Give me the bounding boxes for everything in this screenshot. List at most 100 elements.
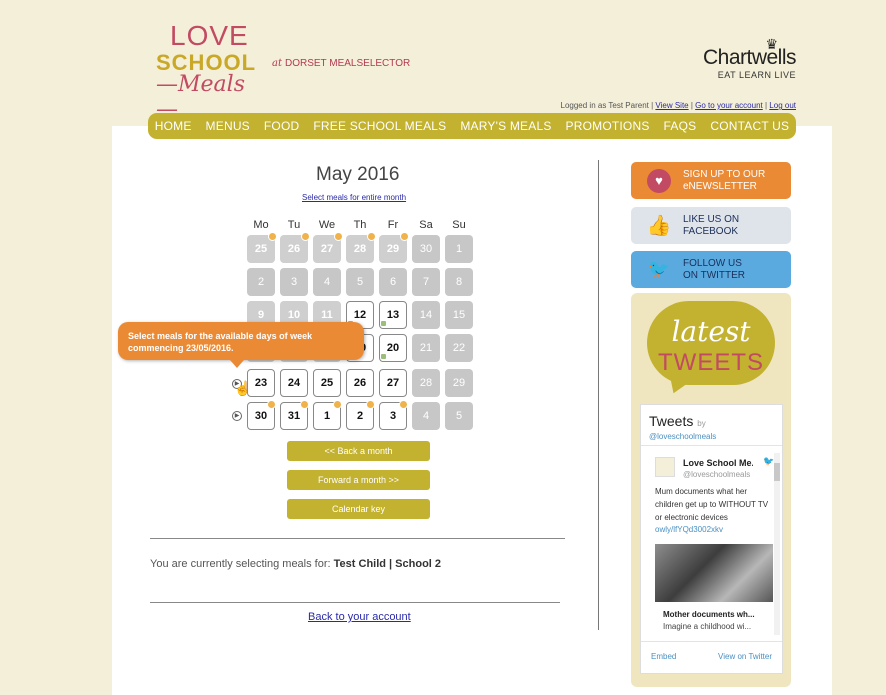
widget-by: by bbox=[697, 419, 706, 428]
calendar-day: 8 bbox=[445, 268, 473, 296]
calendar-day: 26 bbox=[280, 232, 310, 263]
newsletter-line1: SIGN UP TO OUR bbox=[683, 168, 766, 180]
calendar-day: 2 bbox=[247, 268, 275, 296]
meal-status-icon bbox=[334, 232, 343, 241]
day-header-tu: Tu bbox=[287, 219, 301, 231]
widget-scrollbar[interactable] bbox=[774, 453, 780, 635]
meal-status-icon bbox=[367, 232, 376, 241]
page: LOVE SCHOOL —Meals— at DORSET MEALSELECTO… bbox=[112, 0, 832, 695]
tweet-card-desc: Imagine a childhood wi... bbox=[663, 622, 752, 631]
chartwells-logo[interactable]: ♛ Chartwells EAT LEARN LIVE bbox=[703, 36, 797, 80]
calendar-day[interactable]: 3 bbox=[379, 400, 408, 430]
logged-in-text: Logged in as Test Parent | bbox=[560, 101, 654, 110]
day-header-sa: Sa bbox=[419, 219, 433, 231]
calendar-title: May 2016 bbox=[316, 164, 400, 185]
logo-line1: LOVE bbox=[170, 20, 249, 51]
calendar-day[interactable]: 13 bbox=[379, 301, 407, 329]
back-to-account-link[interactable]: Back to your account bbox=[308, 611, 411, 623]
tweet-card-title[interactable]: Mother documents wh... bbox=[663, 610, 755, 619]
divider bbox=[150, 538, 565, 539]
tweet-photo[interactable] bbox=[655, 544, 773, 602]
day-header-su: Su bbox=[452, 219, 466, 231]
calendar-key-button[interactable]: Calendar key bbox=[287, 499, 430, 519]
view-site-link[interactable]: View Site bbox=[655, 101, 688, 110]
week-tooltip: Select meals for the available days of w… bbox=[118, 322, 364, 368]
meal-status-icon bbox=[333, 400, 342, 409]
meal-status-icon bbox=[366, 400, 375, 409]
site-name-text: DORSET MEALSELECTOR bbox=[284, 58, 411, 69]
twitter-button[interactable]: 🐦 FOLLOW US ON TWITTER bbox=[631, 251, 791, 288]
site-prefix: at bbox=[272, 58, 282, 69]
calendar-day: 14 bbox=[412, 301, 440, 329]
calendar-day: 29 bbox=[445, 369, 473, 397]
calendar-day[interactable]: 26 bbox=[346, 369, 374, 397]
day-header-th: Th bbox=[353, 219, 367, 231]
calendar-day: 5 bbox=[346, 268, 374, 296]
day-header-we: We bbox=[318, 219, 336, 231]
widget-handle-link[interactable]: @loveschoolmeals bbox=[649, 432, 716, 441]
calendar-day[interactable]: 30 bbox=[247, 400, 276, 430]
calendar-day: 4 bbox=[313, 268, 341, 296]
meal-status-icon bbox=[301, 232, 310, 241]
calendar-day[interactable]: 31 bbox=[280, 400, 309, 430]
calendar-day: 29 bbox=[379, 232, 409, 263]
calendar-day: 25 bbox=[247, 232, 277, 263]
avatar[interactable] bbox=[655, 457, 675, 477]
chef-hat-icon: ♛ bbox=[765, 36, 778, 52]
select-entire-month-link[interactable]: Select meals for entire month bbox=[302, 193, 406, 202]
calendar-day[interactable]: 2 bbox=[346, 400, 375, 430]
newsletter-line2: eNEWSLETTER bbox=[683, 180, 757, 192]
select-week-arrow-icon[interactable]: ▶ bbox=[232, 411, 242, 421]
calendar-day: 22 bbox=[445, 334, 473, 362]
latest-tweets-bubble: latest TWEETS bbox=[647, 301, 775, 385]
tweets-word: TWEETS bbox=[658, 349, 764, 376]
divider bbox=[641, 445, 782, 446]
column-divider bbox=[598, 160, 599, 630]
tweet-text: Mum documents what her children get up t… bbox=[655, 487, 769, 522]
nav-menus[interactable]: MENUS bbox=[206, 119, 250, 133]
logout-link[interactable]: Log out bbox=[769, 101, 796, 110]
meal-selected-icon bbox=[381, 354, 386, 359]
meal-status-icon bbox=[300, 400, 309, 409]
facebook-button[interactable]: 👍 LIKE US ON FACEBOOK bbox=[631, 207, 791, 244]
calendar-day: 6 bbox=[379, 268, 407, 296]
logo-line3-text: Meals bbox=[178, 72, 245, 97]
day-header-fr: Fr bbox=[387, 219, 399, 231]
go-to-account-link[interactable]: Go to your account bbox=[695, 101, 763, 110]
tweet-author-handle[interactable]: @loveschoolmeals bbox=[683, 470, 750, 479]
nav-food[interactable]: FOOD bbox=[264, 119, 299, 133]
day-header-mo: Mo bbox=[253, 219, 269, 231]
calendar-day[interactable]: 24 bbox=[280, 369, 308, 397]
nav-contact-us[interactable]: CONTACT US bbox=[710, 119, 789, 133]
embed-link[interactable]: Embed bbox=[651, 652, 676, 661]
nav-home[interactable]: HOME bbox=[155, 119, 192, 133]
widget-title: Tweets by bbox=[649, 413, 706, 429]
calendar-day[interactable]: 25 bbox=[313, 369, 341, 397]
site-name: at DORSET MEALSELECTOR bbox=[272, 58, 410, 69]
latest-tweets-panel: latest TWEETS Tweets by @loveschoolmeals… bbox=[631, 293, 791, 687]
calendar-day: 15 bbox=[445, 301, 473, 329]
calendar-day: 28 bbox=[346, 232, 376, 263]
calendar-day[interactable]: 1 bbox=[313, 400, 342, 430]
forward-month-button[interactable]: Forward a month >> bbox=[287, 470, 430, 490]
twitter-bird-icon: 🐦 bbox=[647, 259, 671, 279]
nav-faqs[interactable]: FAQS bbox=[664, 119, 697, 133]
meal-status-icon bbox=[399, 400, 408, 409]
calendar-day[interactable]: 27 bbox=[379, 369, 407, 397]
view-on-twitter-link[interactable]: View on Twitter bbox=[718, 652, 772, 661]
nav-marys-meals[interactable]: MARY'S MEALS bbox=[460, 119, 551, 133]
thumbs-up-icon: 👍 bbox=[646, 215, 672, 237]
selected-child: Test Child | School 2 bbox=[333, 558, 442, 570]
twitter-widget: Tweets by @loveschoolmeals Love School M… bbox=[640, 404, 783, 674]
calendar-day: 30 bbox=[412, 235, 440, 263]
nav-free-school-meals[interactable]: FREE SCHOOL MEALS bbox=[313, 119, 446, 133]
love-school-meals-logo[interactable]: LOVE SCHOOL —Meals— bbox=[156, 20, 266, 122]
login-sep: | bbox=[764, 101, 768, 110]
tweet-link[interactable]: owly/lfYQd3002xkv bbox=[655, 525, 723, 534]
tweet-author[interactable]: Love School Me... bbox=[683, 458, 753, 468]
back-month-button[interactable]: << Back a month bbox=[287, 441, 430, 461]
nav-promotions[interactable]: PROMOTIONS bbox=[566, 119, 650, 133]
calendar-day[interactable]: 20 bbox=[379, 334, 407, 362]
scrollbar-thumb[interactable] bbox=[774, 463, 780, 481]
newsletter-signup-button[interactable]: ♥ SIGN UP TO OUR eNEWSLETTER bbox=[631, 162, 791, 199]
